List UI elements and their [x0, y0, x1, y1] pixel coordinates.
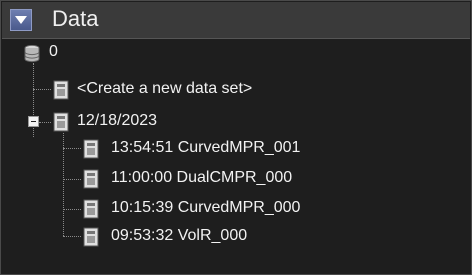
tree-node-label: 13:54:51 CurvedMPR_001 [111, 139, 301, 156]
tree-node-label: <Create a new data set> [77, 80, 253, 97]
tree-node-dataset[interactable]: 10:15:39 CurvedMPR_000 [81, 196, 361, 222]
collapse-toggle[interactable] [28, 116, 39, 127]
tree-node-dataset[interactable]: 11:00:00 DualCMPR_000 [81, 166, 361, 192]
document-icon [53, 112, 69, 132]
tree-connector [33, 89, 51, 90]
tree-node-dataset[interactable]: 09:53:32 VolR_000 [81, 224, 361, 250]
database-icon [24, 45, 40, 63]
data-panel: Data 0 <Create a new data set> 12/18/202… [0, 0, 472, 275]
tree-node-create-new[interactable]: <Create a new data set> [51, 77, 311, 103]
document-icon [83, 139, 99, 159]
tree-node-label: 10:15:39 CurvedMPR_000 [111, 199, 301, 216]
tree-connector [63, 179, 81, 180]
tree-node-label: 12/18/2023 [77, 112, 158, 129]
tree-node-label: 09:53:32 VolR_000 [111, 227, 248, 244]
tree-connector [63, 236, 81, 237]
tree-node-dataset[interactable]: 13:54:51 CurvedMPR_001 [81, 136, 361, 162]
tree-node-label: 11:00:00 DualCMPR_000 [111, 169, 293, 186]
tree-node-date-group[interactable]: 12/18/2023 [51, 109, 211, 135]
panel-title: Data [52, 6, 99, 31]
document-icon [83, 199, 99, 219]
tree-connector [39, 122, 51, 123]
document-icon [83, 227, 99, 247]
panel-header: Data [2, 2, 470, 39]
data-tree: 0 <Create a new data set> 12/18/2023 13:… [1, 39, 472, 275]
tree-node-label: 0 [49, 43, 58, 60]
chevron-down-icon[interactable] [10, 9, 32, 31]
document-icon [83, 169, 99, 189]
tree-connector [63, 209, 81, 210]
tree-connector [63, 148, 81, 149]
tree-node-root[interactable]: 0 [21, 43, 141, 69]
document-icon [53, 80, 69, 100]
